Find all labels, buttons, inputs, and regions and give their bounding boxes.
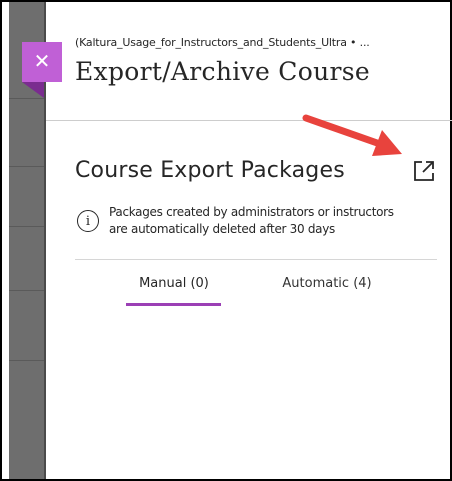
close-icon: ✕ <box>33 51 51 73</box>
info-text-line: Packages created by administrators or in… <box>109 205 394 219</box>
open-external-icon[interactable] <box>411 158 437 184</box>
backdrop-divider <box>9 166 46 167</box>
tab-manual[interactable]: Manual (0) <box>126 276 222 291</box>
backdrop-divider <box>9 290 46 291</box>
annotation-arrow <box>302 114 402 156</box>
backdrop-divider <box>9 226 46 227</box>
panel-header: (Kaltura_Usage_for_Instructors_and_Stude… <box>75 36 445 86</box>
backdrop-divider <box>9 98 46 99</box>
breadcrumb[interactable]: (Kaltura_Usage_for_Instructors_and_Stude… <box>75 36 445 49</box>
info-text: Packages created by administrators or in… <box>109 204 394 238</box>
backdrop-divider <box>9 360 46 361</box>
page-title: Export/Archive Course <box>75 57 370 86</box>
info-notice: i Packages created by administrators or … <box>77 204 443 238</box>
info-text-line: are automatically deleted after 30 days <box>109 222 335 236</box>
active-tab-indicator <box>126 303 221 306</box>
info-icon: i <box>77 210 99 232</box>
tab-automatic[interactable]: Automatic (4) <box>273 276 381 291</box>
close-panel-button[interactable]: ✕ <box>22 42 62 82</box>
tabs-divider <box>75 259 437 260</box>
close-tab-fold <box>22 82 44 98</box>
